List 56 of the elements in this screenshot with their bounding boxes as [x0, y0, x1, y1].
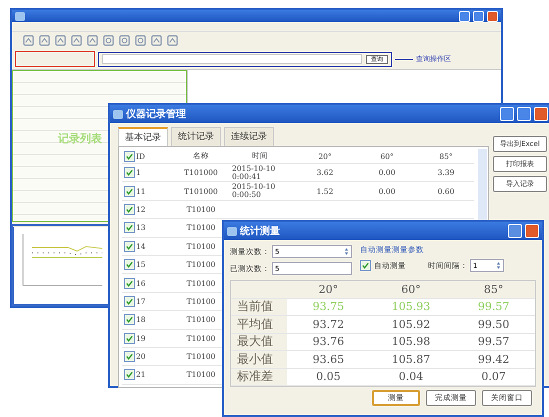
table-cell: 99.57	[478, 335, 510, 348]
app-icon	[227, 226, 237, 236]
close-button[interactable]	[487, 10, 498, 22]
maximize-button[interactable]	[517, 107, 531, 121]
tab[interactable]: 连续记录	[224, 127, 274, 146]
table-cell: 105.92	[392, 318, 430, 331]
close-button[interactable]	[534, 107, 548, 121]
window-title: 统计测量	[240, 224, 280, 238]
row-checkbox[interactable]	[124, 369, 134, 380]
table-cell: 93.75	[312, 300, 344, 314]
row-checkbox[interactable]	[124, 332, 134, 344]
table-cell: 93.76	[312, 335, 344, 348]
tab[interactable]: 基本记录	[118, 127, 168, 146]
table-cell: 99.57	[478, 300, 510, 314]
row-label: 当前值	[237, 299, 273, 314]
row-checkbox[interactable]	[124, 222, 134, 234]
row-label: 最小值	[237, 352, 273, 366]
query-field[interactable]	[102, 54, 362, 64]
table-cell: 0.04	[398, 370, 424, 384]
row-label: 平均值	[237, 316, 273, 331]
app-icon	[15, 12, 25, 20]
column-header: 85°	[484, 282, 504, 296]
select-all-checkbox[interactable]	[124, 150, 134, 162]
help-button[interactable]	[508, 224, 522, 238]
table-cell: 93.72	[312, 318, 344, 331]
column-header: 20°	[318, 282, 338, 296]
minimize-button[interactable]	[500, 107, 514, 121]
tab[interactable]: 统计记录	[171, 127, 221, 146]
table-cell: 105.98	[392, 335, 430, 348]
row-checkbox[interactable]	[124, 186, 134, 197]
app-icon	[113, 110, 123, 118]
row-checkbox[interactable]	[124, 240, 134, 252]
list-label: 记录列表	[58, 131, 102, 146]
row-label: 最大值	[237, 334, 273, 348]
table-cell: 99.42	[478, 352, 510, 366]
row-checkbox[interactable]	[124, 278, 134, 289]
row-checkbox[interactable]	[124, 351, 134, 362]
table-cell: 99.50	[478, 318, 510, 331]
window-title: 仪器记录管理	[126, 108, 186, 121]
minimize-button[interactable]	[459, 10, 470, 22]
row-checkbox[interactable]	[124, 167, 134, 178]
column-header: 60°	[401, 282, 421, 296]
row-checkbox[interactable]	[124, 296, 134, 307]
table-cell: 93.65	[312, 352, 344, 366]
table-cell: 105.93	[392, 300, 430, 314]
row-checkbox[interactable]	[124, 259, 134, 270]
maximize-button[interactable]	[473, 10, 484, 22]
table-cell: 0.07	[481, 370, 506, 384]
table-cell: 0.05	[316, 370, 341, 384]
row-checkbox[interactable]	[124, 204, 134, 215]
row-checkbox[interactable]	[124, 314, 134, 326]
leader-line	[395, 58, 413, 60]
close-button[interactable]	[525, 224, 539, 238]
checkbox-icon	[360, 260, 371, 271]
table-cell: 105.87	[392, 352, 430, 366]
row-label: 标准差	[237, 369, 273, 384]
